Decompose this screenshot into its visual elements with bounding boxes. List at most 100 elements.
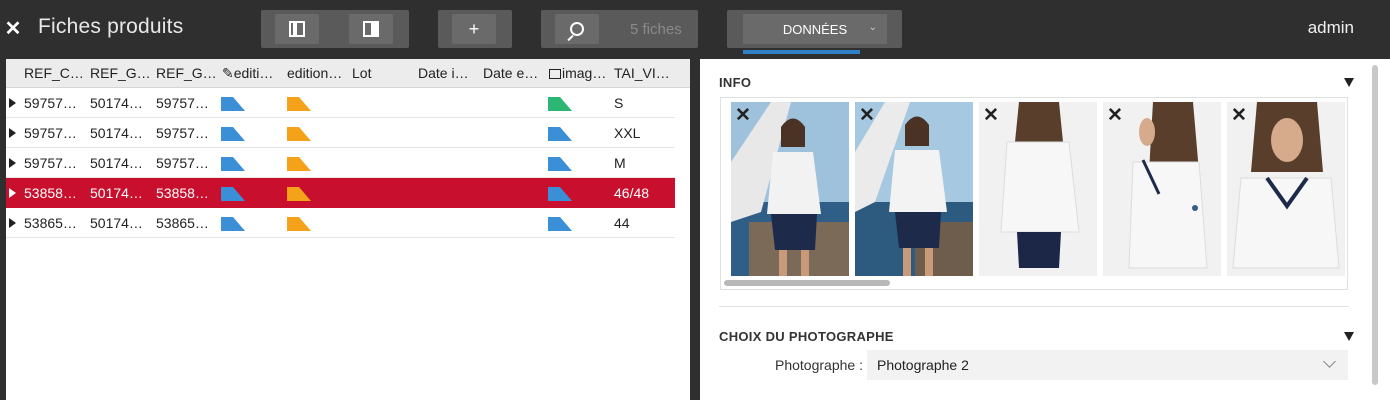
layout-toggle-group bbox=[261, 10, 409, 48]
column-header[interactable]: TAI_VI… bbox=[614, 65, 670, 81]
cell-ref-c: 53865… bbox=[24, 215, 77, 231]
column-header[interactable]: Date i… bbox=[418, 65, 469, 81]
expand-row-icon[interactable] bbox=[9, 128, 16, 138]
cell-ref-c: 53858… bbox=[24, 185, 77, 201]
photo-image bbox=[855, 102, 973, 276]
table-row[interactable]: 59757… 50174… 59757… XXL bbox=[6, 118, 675, 148]
edition-status-flag-icon bbox=[287, 187, 311, 201]
table-row[interactable]: 59757… 50174… 59757… M bbox=[6, 148, 675, 178]
photographer-select-value: Photographe 2 bbox=[877, 357, 969, 373]
close-icon[interactable]: ✕ bbox=[4, 14, 22, 42]
gallery-scrollbar-thumb[interactable] bbox=[724, 280, 890, 286]
cell-ref-g: 50174… bbox=[90, 125, 143, 141]
photographer-select[interactable]: Photographe 2 bbox=[867, 350, 1348, 380]
cell-ref-g: 50174… bbox=[90, 155, 143, 171]
remove-photo-icon[interactable]: ✕ bbox=[859, 104, 875, 127]
column-header[interactable]: Lot bbox=[352, 65, 371, 81]
photo-thumbnail[interactable]: ✕ bbox=[731, 102, 849, 276]
search-group: 5 fiches bbox=[541, 10, 698, 48]
column-header-edit[interactable]: ✎editi… bbox=[222, 65, 273, 82]
remove-photo-icon[interactable]: ✕ bbox=[983, 104, 999, 127]
column-header[interactable]: REF_G… bbox=[90, 65, 151, 81]
edit-status-flag-icon bbox=[221, 97, 245, 111]
chevron-down-icon[interactable]: ⌄ bbox=[869, 22, 877, 33]
edit-status-flag-icon bbox=[221, 127, 245, 141]
cell-ref-c: 59757… bbox=[24, 155, 77, 171]
photo-image bbox=[1227, 102, 1345, 276]
image-status-flag-icon bbox=[548, 127, 572, 141]
pencil-icon: ✎ bbox=[222, 65, 234, 81]
cell-ref-g2: 53858… bbox=[156, 185, 209, 201]
product-grid: REF_C… REF_G… REF_G… ✎editi… edition… Lo… bbox=[6, 59, 690, 400]
data-view-selector[interactable]: DONNÉES ⌄ bbox=[727, 10, 902, 54]
edit-status-flag-icon bbox=[221, 217, 245, 231]
cell-size: XXL bbox=[614, 125, 641, 141]
search-button[interactable] bbox=[555, 14, 599, 44]
image-status-flag-icon bbox=[548, 97, 572, 111]
photo-thumbnail[interactable]: ✕ bbox=[979, 102, 1097, 276]
photo-image bbox=[1103, 102, 1221, 276]
user-name[interactable]: admin bbox=[1308, 18, 1354, 38]
photo-gallery: ✕ ✕ ✕ ✕ ✕ bbox=[720, 97, 1348, 290]
table-row[interactable]: 53858… 50174… 53858… 46/48 bbox=[6, 178, 675, 208]
column-header-image[interactable]: imag… bbox=[549, 65, 606, 81]
active-tab-indicator bbox=[743, 50, 860, 54]
collapse-photographer-icon[interactable] bbox=[1344, 332, 1354, 341]
chevron-down-icon bbox=[1323, 355, 1336, 368]
column-header[interactable]: edition… bbox=[287, 65, 342, 81]
cell-ref-g2: 59757… bbox=[156, 125, 209, 141]
photo-image bbox=[979, 102, 1097, 276]
remove-photo-icon[interactable]: ✕ bbox=[735, 104, 751, 127]
add-button[interactable]: + bbox=[452, 14, 496, 44]
panel-right-icon bbox=[363, 21, 379, 37]
grid-header: REF_C… REF_G… REF_G… ✎editi… edition… Lo… bbox=[6, 59, 690, 88]
layout-right-button[interactable] bbox=[349, 14, 393, 44]
cell-ref-c: 59757… bbox=[24, 125, 77, 141]
photo-thumbnail[interactable]: ✕ bbox=[855, 102, 973, 276]
data-tab[interactable]: DONNÉES bbox=[743, 14, 887, 44]
cell-ref-g2: 59757… bbox=[156, 155, 209, 171]
expand-row-icon[interactable] bbox=[9, 218, 16, 228]
cell-ref-g2: 59757… bbox=[156, 95, 209, 111]
add-group: + bbox=[438, 10, 512, 48]
data-tab-label: DONNÉES bbox=[782, 21, 848, 37]
section-title-photographer[interactable]: CHOIX DU PHOTOGRAPHE bbox=[719, 329, 894, 344]
expand-row-icon[interactable] bbox=[9, 188, 16, 198]
table-row[interactable]: 53865… 50174… 53865… 44 bbox=[6, 208, 675, 238]
detail-panel: INFO ✕ ✕ ✕ ✕ ✕ CHOIX DU PHOTOGRAPHE Phot… bbox=[700, 59, 1390, 400]
collapse-info-icon[interactable] bbox=[1344, 78, 1354, 87]
page-title: Fiches produits bbox=[38, 15, 184, 38]
remove-photo-icon[interactable]: ✕ bbox=[1231, 104, 1247, 127]
table-row[interactable]: 59757… 50174… 59757… S bbox=[6, 88, 675, 118]
edition-status-flag-icon bbox=[287, 157, 311, 171]
panel-scrollbar[interactable] bbox=[1372, 65, 1378, 385]
remove-photo-icon[interactable]: ✕ bbox=[1107, 104, 1123, 127]
expand-row-icon[interactable] bbox=[9, 158, 16, 168]
column-header[interactable]: REF_C… bbox=[24, 65, 84, 81]
expand-row-icon[interactable] bbox=[9, 98, 16, 108]
column-header[interactable]: Date e… bbox=[483, 65, 538, 81]
image-status-flag-icon bbox=[548, 157, 572, 171]
cell-ref-g: 50174… bbox=[90, 215, 143, 231]
cell-ref-g: 50174… bbox=[90, 95, 143, 111]
cell-ref-g2: 53865… bbox=[156, 215, 209, 231]
edit-status-flag-icon bbox=[221, 187, 245, 201]
photo-thumbnail[interactable]: ✕ bbox=[1103, 102, 1221, 276]
edit-status-flag-icon bbox=[221, 157, 245, 171]
edition-status-flag-icon bbox=[287, 97, 311, 111]
panel-left-icon bbox=[289, 21, 305, 37]
search-icon bbox=[570, 22, 584, 36]
cell-size: 46/48 bbox=[614, 185, 650, 201]
record-count: 5 fiches bbox=[630, 20, 682, 38]
photo-thumbnail[interactable]: ✕ bbox=[1227, 102, 1345, 276]
edition-status-flag-icon bbox=[287, 217, 311, 231]
gallery-scrollbar[interactable] bbox=[724, 279, 1344, 287]
layout-left-button[interactable] bbox=[275, 14, 319, 44]
image-status-flag-icon bbox=[548, 187, 572, 201]
cell-ref-g: 50174… bbox=[90, 185, 143, 201]
column-header[interactable]: REF_G… bbox=[156, 65, 217, 81]
photographer-label: Photographe : bbox=[775, 357, 863, 373]
photo-image bbox=[731, 102, 849, 276]
top-bar: ✕ Fiches produits + 5 fiches DONNÉES ⌄ a… bbox=[0, 0, 1390, 58]
section-title-info[interactable]: INFO bbox=[719, 75, 751, 90]
